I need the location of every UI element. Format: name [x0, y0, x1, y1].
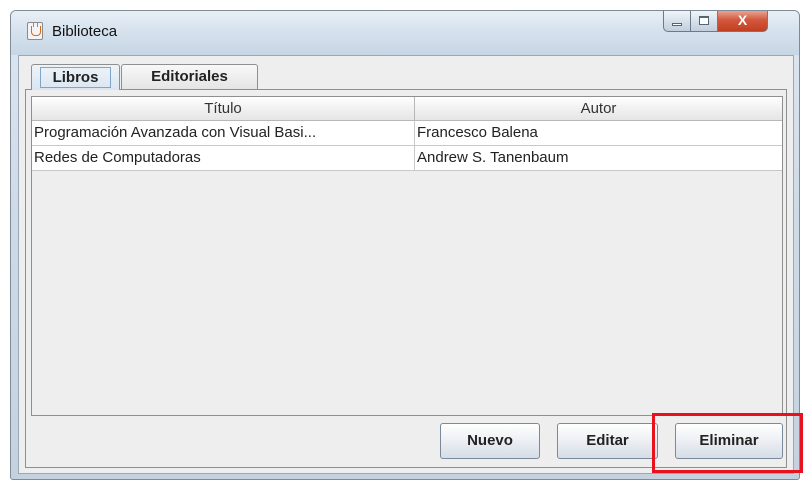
maximize-button[interactable] — [691, 11, 718, 32]
table-header: Título Autor — [32, 97, 782, 121]
cell-titulo[interactable]: Redes de Computadoras — [32, 146, 415, 170]
java-app-icon — [27, 22, 43, 40]
cell-autor[interactable]: Francesco Balena — [415, 121, 782, 145]
column-header-autor[interactable]: Autor — [415, 97, 782, 120]
cell-titulo[interactable]: Programación Avanzada con Visual Basi... — [32, 121, 415, 145]
window-title: Biblioteca — [52, 23, 118, 40]
table-row[interactable]: Programación Avanzada con Visual Basi...… — [32, 121, 782, 146]
tab-libros-label: Libros — [39, 67, 112, 88]
minimize-button[interactable] — [663, 11, 691, 32]
close-button[interactable]: X — [718, 11, 768, 32]
column-header-titulo[interactable]: Título — [32, 97, 415, 120]
eliminar-button[interactable]: Eliminar — [675, 423, 783, 459]
editar-button[interactable]: Editar — [557, 423, 658, 459]
close-icon: X — [737, 12, 748, 28]
app-window: Biblioteca X Libros Editoriales Título A… — [10, 10, 800, 480]
tab-editoriales-label: Editoriales — [151, 68, 228, 85]
title-bar[interactable]: Biblioteca X — [11, 11, 799, 55]
tab-libros[interactable]: Libros — [31, 64, 120, 90]
books-table[interactable]: Título Autor Programación Avanzada con V… — [31, 96, 783, 416]
tab-editoriales[interactable]: Editoriales — [121, 64, 258, 90]
nuevo-button[interactable]: Nuevo — [440, 423, 540, 459]
cell-autor[interactable]: Andrew S. Tanenbaum — [415, 146, 782, 170]
table-body: Programación Avanzada con Visual Basi...… — [32, 121, 782, 171]
content-pane: Libros Editoriales Título Autor Programa… — [18, 55, 794, 474]
table-row[interactable]: Redes de Computadoras Andrew S. Tanenbau… — [32, 146, 782, 171]
